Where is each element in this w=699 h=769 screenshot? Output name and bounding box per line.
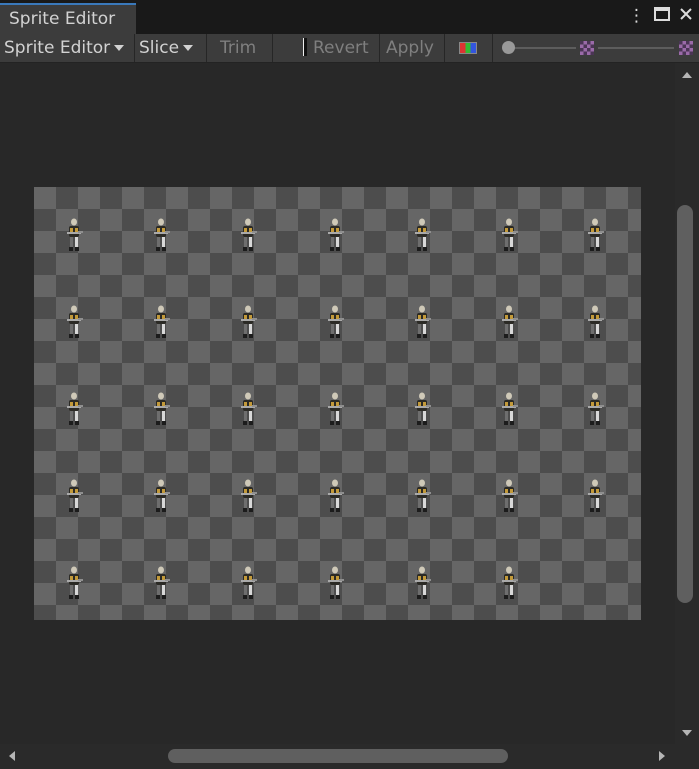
sprite-frame[interactable]: [237, 391, 259, 429]
toolbar-divider: [444, 34, 445, 62]
sprite-editor-toolbar: Sprite Editor Slice Trim Revert Apply: [0, 34, 699, 63]
sprite-frame[interactable]: [63, 478, 85, 516]
sprite-frame[interactable]: [150, 391, 172, 429]
horizontal-scrollbar-thumb[interactable]: [168, 749, 508, 763]
sprite-frame[interactable]: [498, 217, 520, 255]
sprite-frame[interactable]: [150, 478, 172, 516]
sprite-frame[interactable]: [150, 217, 172, 255]
sprite-frame[interactable]: [411, 217, 433, 255]
sprite-frame[interactable]: [411, 565, 433, 603]
mode-dropdown[interactable]: Sprite Editor: [4, 34, 125, 62]
sprite-frame[interactable]: [411, 478, 433, 516]
sprite-frame[interactable]: [411, 391, 433, 429]
sprite-frame[interactable]: [237, 304, 259, 342]
sprite-frame[interactable]: [63, 391, 85, 429]
sprite-frame[interactable]: [411, 304, 433, 342]
sprite-frame[interactable]: [63, 304, 85, 342]
sprite-frame[interactable]: [237, 478, 259, 516]
kebab-menu-icon[interactable]: ⋮: [628, 6, 645, 26]
sprite-frame[interactable]: [498, 391, 520, 429]
sprite-frame[interactable]: [498, 304, 520, 342]
window-titlebar: Sprite Editor ⋮: [0, 0, 699, 34]
chevron-down-icon: [183, 45, 194, 51]
scroll-up-arrow-icon[interactable]: [681, 71, 693, 79]
sprite-frame[interactable]: [324, 217, 346, 255]
zoom-slider-track[interactable]: [506, 47, 576, 49]
zoom-slider-thumb[interactable]: [502, 41, 515, 54]
mip-high-icon: [679, 41, 693, 55]
sprite-frame[interactable]: [150, 304, 172, 342]
sprite-frame[interactable]: [584, 217, 606, 255]
chevron-down-icon: [114, 45, 125, 51]
sprite-frame[interactable]: [324, 391, 346, 429]
toolbar-divider: [272, 34, 273, 62]
maximize-icon[interactable]: [654, 6, 670, 26]
scroll-down-arrow-icon[interactable]: [681, 729, 693, 737]
sprite-frame[interactable]: [237, 565, 259, 603]
sprite-frame[interactable]: [237, 217, 259, 255]
rgb-channel-icon[interactable]: [459, 42, 477, 54]
sprite-frame[interactable]: [324, 565, 346, 603]
slice-dropdown[interactable]: Slice: [139, 34, 194, 62]
apply-button[interactable]: Apply: [386, 34, 434, 62]
sprite-frame[interactable]: [584, 478, 606, 516]
sprite-sheet-texture[interactable]: [34, 187, 641, 620]
vertical-scrollbar-thumb[interactable]: [677, 205, 693, 603]
mip-low-icon: [580, 41, 594, 55]
sprite-frame[interactable]: [324, 304, 346, 342]
sprite-frame[interactable]: [498, 565, 520, 603]
sprite-frame[interactable]: [63, 565, 85, 603]
sprite-frame[interactable]: [498, 478, 520, 516]
tab-sprite-editor[interactable]: Sprite Editor: [0, 3, 136, 34]
sprite-frame[interactable]: [150, 565, 172, 603]
trim-button[interactable]: Trim: [220, 34, 256, 62]
slice-dropdown-label: Slice: [139, 38, 180, 58]
sprite-frame[interactable]: [63, 217, 85, 255]
toolbar-divider: [379, 34, 380, 62]
mouse-cursor: [303, 38, 307, 56]
scroll-left-arrow-icon[interactable]: [8, 750, 16, 762]
sprite-frame[interactable]: [584, 304, 606, 342]
close-icon[interactable]: [679, 6, 693, 26]
toolbar-divider: [492, 34, 493, 62]
revert-button[interactable]: Revert: [313, 34, 369, 62]
mip-slider-track[interactable]: [598, 47, 674, 49]
scroll-right-arrow-icon[interactable]: [658, 750, 666, 762]
sprite-frame[interactable]: [584, 391, 606, 429]
sprite-frame[interactable]: [324, 478, 346, 516]
toolbar-divider: [134, 34, 135, 62]
mode-dropdown-label: Sprite Editor: [4, 38, 111, 58]
toolbar-divider: [206, 34, 207, 62]
window-controls: ⋮: [628, 6, 693, 26]
